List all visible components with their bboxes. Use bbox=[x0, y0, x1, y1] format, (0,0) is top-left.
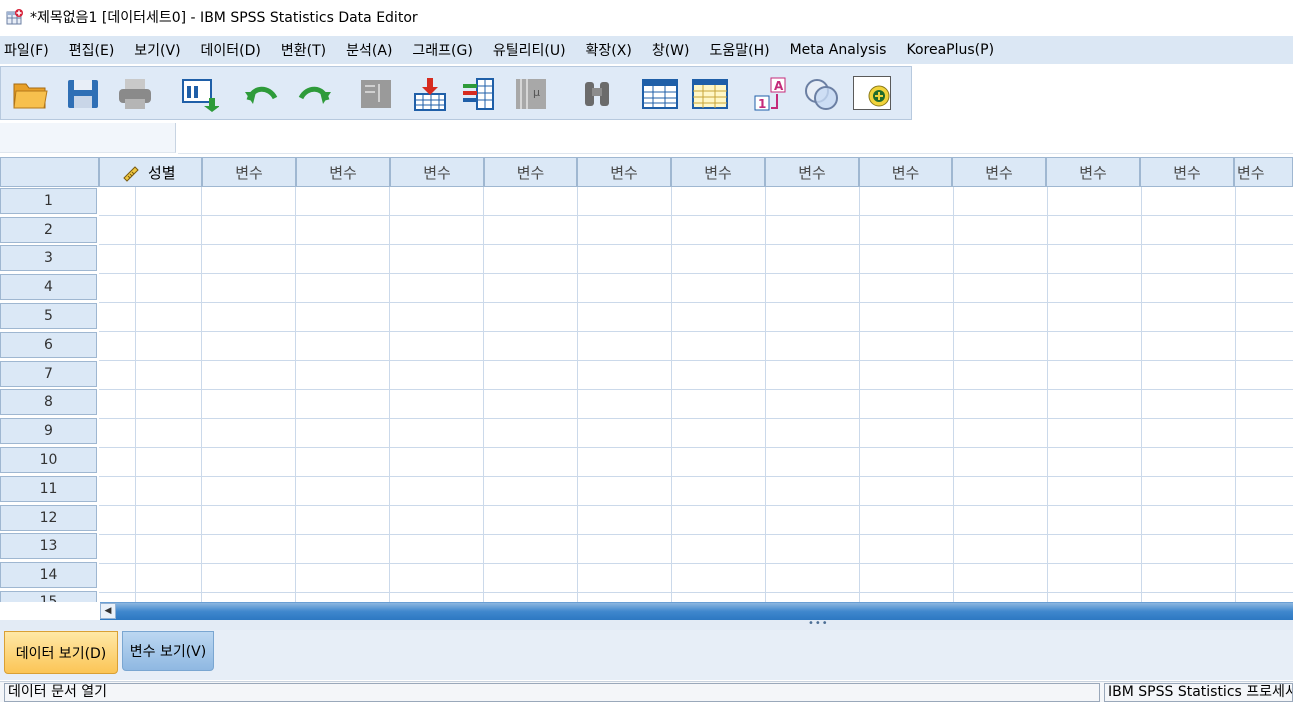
status-message: 데이터 문서 열기 bbox=[4, 683, 1100, 702]
svg-text:μ: μ bbox=[533, 86, 540, 99]
open-folder-icon[interactable] bbox=[11, 76, 49, 112]
cell-value-input[interactable] bbox=[178, 123, 1293, 154]
menu-utilities[interactable]: 유틸리티(U) bbox=[489, 40, 578, 60]
data-grid: 성별 변수 변수 변수 변수 변수 변수 변수 변수 변수 변수 변수 변수 1… bbox=[0, 157, 1293, 602]
menu-help[interactable]: 도움말(H) bbox=[705, 40, 781, 60]
menu-file[interactable]: 파일(F) bbox=[0, 40, 61, 60]
column-header-var[interactable]: 변수 bbox=[202, 157, 296, 187]
tab-data-view[interactable]: 데이터 보기(D) bbox=[4, 631, 118, 674]
row-header[interactable]: 5 bbox=[0, 303, 97, 329]
tab-variable-view[interactable]: 변수 보기(V) bbox=[122, 631, 214, 671]
column-header-var[interactable]: 변수 bbox=[1046, 157, 1140, 187]
toolbar: μ A1 bbox=[0, 66, 912, 120]
menu-transform[interactable]: 변환(T) bbox=[277, 40, 338, 60]
row-header[interactable]: 14 bbox=[0, 562, 97, 588]
ruler-icon bbox=[122, 164, 140, 182]
processor-status: IBM SPSS Statistics 프로세서 bbox=[1104, 683, 1293, 702]
spelling-icon[interactable] bbox=[853, 76, 891, 110]
save-icon[interactable] bbox=[65, 76, 103, 112]
print-icon[interactable] bbox=[117, 76, 155, 112]
row-header[interactable]: 4 bbox=[0, 274, 97, 300]
goto-case-icon[interactable] bbox=[359, 76, 397, 112]
spss-app-icon bbox=[6, 8, 24, 26]
goto-variable-icon[interactable] bbox=[411, 76, 449, 112]
menu-meta-analysis[interactable]: Meta Analysis bbox=[786, 42, 899, 58]
insert-cases-icon[interactable] bbox=[641, 76, 679, 112]
column-header-var[interactable]: 변수 bbox=[1140, 157, 1234, 187]
column-header-var[interactable]: 변수 bbox=[484, 157, 577, 187]
variables-icon[interactable] bbox=[461, 76, 499, 112]
run-descriptives-icon[interactable]: μ bbox=[513, 76, 551, 112]
grip-icon: ••• bbox=[808, 618, 829, 629]
window-title: *제목없음1 [데이터세트0] - IBM SPSS Statistics Da… bbox=[30, 10, 418, 26]
grid-cells[interactable] bbox=[99, 187, 1293, 602]
row-header[interactable]: 6 bbox=[0, 332, 97, 358]
column-header-var[interactable]: 변수 bbox=[952, 157, 1046, 187]
menu-graphs[interactable]: 그래프(G) bbox=[408, 40, 484, 60]
horizontal-scrollbar[interactable]: ◀ bbox=[100, 602, 1293, 620]
column-header-var[interactable]: 변수 bbox=[859, 157, 952, 187]
row-header[interactable]: 13 bbox=[0, 533, 97, 559]
row-header[interactable]: 1 bbox=[0, 188, 97, 214]
view-tabs: 데이터 보기(D) 변수 보기(V) bbox=[0, 630, 1293, 680]
insert-variable-icon[interactable] bbox=[691, 76, 729, 112]
column-header-var[interactable]: 변수 bbox=[296, 157, 390, 187]
column-header-var[interactable]: 변수 bbox=[765, 157, 859, 187]
scroll-left-icon[interactable]: ◀ bbox=[100, 603, 116, 619]
column-header-var[interactable]: 변수 bbox=[390, 157, 484, 187]
row-header[interactable]: 9 bbox=[0, 418, 97, 444]
menu-koreaplus[interactable]: KoreaPlus(P) bbox=[902, 42, 1006, 58]
row-header[interactable]: 10 bbox=[0, 447, 97, 473]
find-icon[interactable] bbox=[579, 76, 617, 112]
row-header[interactable]: 12 bbox=[0, 505, 97, 531]
cell-editor-bar bbox=[0, 123, 1293, 155]
column-header-label: 성별 bbox=[148, 163, 176, 182]
menu-edit[interactable]: 편집(E) bbox=[65, 40, 127, 60]
recall-dialog-icon[interactable] bbox=[181, 76, 220, 112]
menu-window[interactable]: 창(W) bbox=[648, 40, 702, 60]
title-bar: *제목없음1 [데이터세트0] - IBM SPSS Statistics Da… bbox=[0, 0, 1293, 34]
grid-corner[interactable] bbox=[0, 157, 99, 187]
value-labels-icon[interactable]: A1 bbox=[753, 76, 791, 112]
menu-extensions[interactable]: 확장(X) bbox=[582, 40, 644, 60]
row-header[interactable]: 15 bbox=[0, 591, 97, 602]
row-header[interactable]: 11 bbox=[0, 476, 97, 502]
cell-reference-box[interactable] bbox=[0, 123, 176, 153]
row-header[interactable]: 3 bbox=[0, 245, 97, 271]
menu-analyze[interactable]: 분석(A) bbox=[342, 40, 404, 60]
status-bar: 데이터 문서 열기 IBM SPSS Statistics 프로세서 bbox=[0, 681, 1293, 702]
column-header-gender[interactable]: 성별 bbox=[99, 157, 202, 187]
column-header-var[interactable]: 변수 bbox=[671, 157, 765, 187]
svg-text:A: A bbox=[774, 79, 784, 93]
row-header[interactable]: 8 bbox=[0, 389, 97, 415]
row-header[interactable]: 2 bbox=[0, 217, 97, 243]
redo-icon[interactable] bbox=[295, 76, 333, 112]
column-header-var[interactable]: 변수 bbox=[577, 157, 671, 187]
use-variable-sets-icon[interactable] bbox=[803, 76, 841, 112]
menu-data[interactable]: 데이터(D) bbox=[197, 40, 273, 60]
svg-text:1: 1 bbox=[758, 97, 766, 111]
undo-icon[interactable] bbox=[243, 76, 281, 112]
column-header-var[interactable]: 변수 bbox=[1234, 157, 1293, 187]
menu-bar: 파일(F) 편집(E) 보기(V) 데이터(D) 변환(T) 분석(A) 그래프… bbox=[0, 36, 1293, 64]
row-header[interactable]: 7 bbox=[0, 361, 97, 387]
pane-splitter[interactable]: ••• bbox=[0, 618, 1293, 630]
menu-view[interactable]: 보기(V) bbox=[130, 40, 192, 60]
